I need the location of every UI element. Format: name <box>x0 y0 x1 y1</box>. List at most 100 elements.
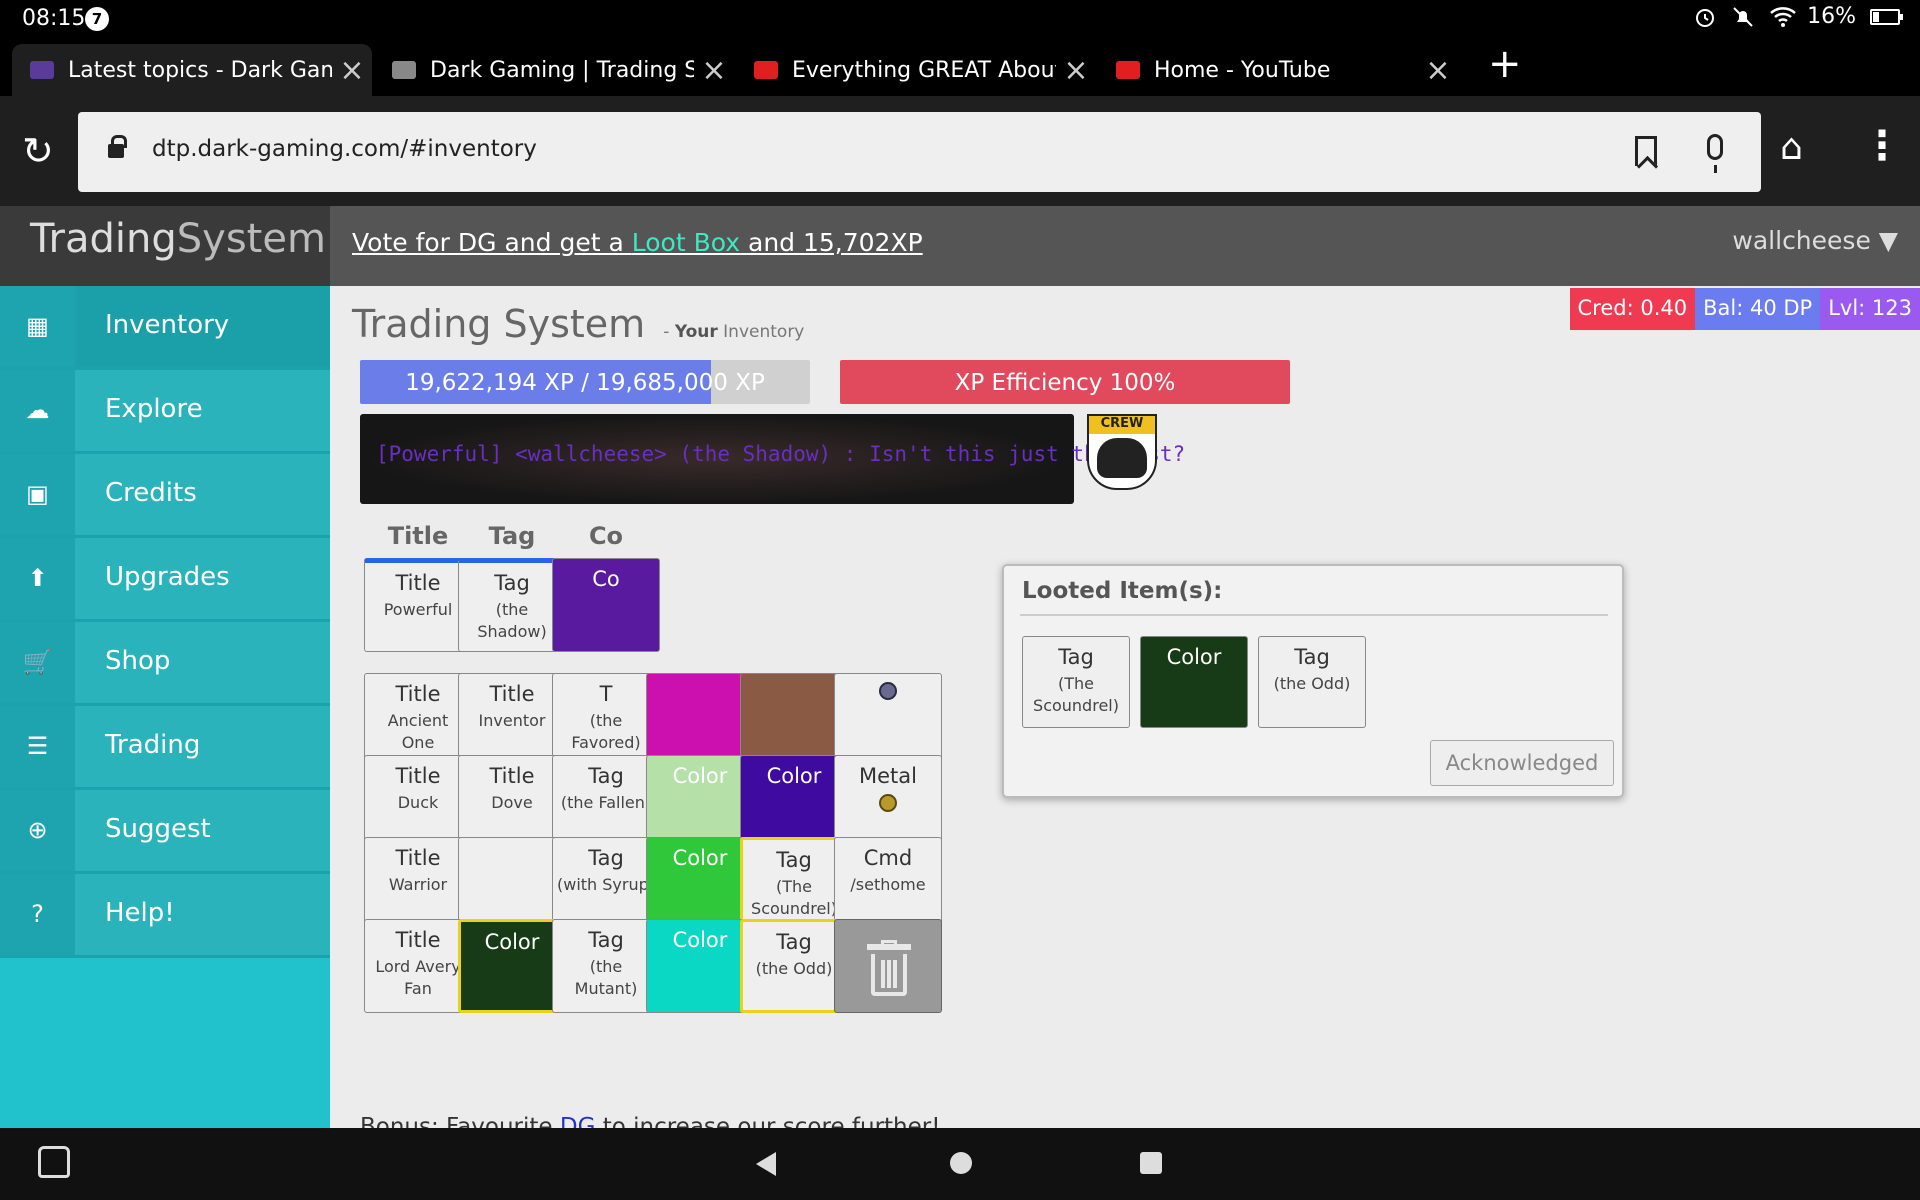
inventory-slot[interactable]: Title Dove <box>458 755 566 849</box>
inventory-slot[interactable]: Tag (the Odd) <box>740 919 848 1013</box>
inventory-slot[interactable]: Color <box>646 755 754 849</box>
brand-part1: Trading <box>30 216 177 262</box>
back-icon[interactable] <box>756 1152 776 1176</box>
looted-item[interactable]: Color <box>1140 636 1248 728</box>
address-bar[interactable]: dtp.dark-gaming.com/#inventory <box>78 112 1761 192</box>
cloud-icon: ☁ <box>0 370 75 451</box>
inventory-slot[interactable]: Color <box>646 837 754 931</box>
trash-slot[interactable] <box>834 919 942 1013</box>
slot-value: (The Scoundrel) <box>1033 674 1119 715</box>
xp-progress-bar: 19,622,194 XP / 19,685,000 XP <box>360 360 810 404</box>
inventory-slot[interactable]: Tag (The Scoundrel) <box>740 837 848 931</box>
slot-value: (the Shadow) <box>477 600 547 641</box>
inventory-slot[interactable]: Color <box>458 919 566 1013</box>
sidebar-item-explore[interactable]: ☁ Explore <box>0 370 330 454</box>
tab-title: Home - YouTube <box>1154 57 1331 83</box>
slot-value: (the Odd) <box>755 959 833 978</box>
loot-box-link[interactable]: Loot Box <box>632 228 740 257</box>
close-tab-icon[interactable]: × <box>694 53 734 88</box>
bonus-text-post: to increase our score further! <box>595 1114 941 1128</box>
slot-value: (the Fallen) <box>560 793 652 812</box>
slot-type: Tag <box>588 764 624 788</box>
favicon-icon <box>392 61 416 79</box>
browser-tab[interactable]: Latest topics - Dark Gaming × <box>12 44 372 96</box>
acknowledged-button[interactable]: Acknowledged <box>1430 740 1614 786</box>
browser-tab[interactable]: Home - YouTube × <box>1098 44 1458 96</box>
browser-tab-bar: Latest topics - Dark Gaming × Dark Gamin… <box>0 36 1920 96</box>
balance-badge: Bal: 40 DP <box>1695 288 1821 330</box>
bonus-link[interactable]: DG <box>560 1114 596 1128</box>
inventory-slot[interactable]: Tag (the Fallen) <box>552 755 660 849</box>
inventory-slot[interactable]: Title Warrior <box>364 837 472 931</box>
inventory-slot[interactable] <box>646 673 754 767</box>
inventory-slot[interactable]: Metal <box>834 755 942 849</box>
home-icon[interactable]: ⌂ <box>1780 130 1803 166</box>
inventory-slot[interactable]: Tag (the Mutant) <box>552 919 660 1013</box>
slot-type: Tag <box>588 846 624 870</box>
equipped-title-slot[interactable]: Title Powerful <box>364 558 472 652</box>
sidebar-item-suggest[interactable]: ⊕ Suggest <box>0 790 330 874</box>
vote-text-pre: Vote for DG and get a <box>352 228 632 257</box>
credits-badge: Cred: 0.40 <box>1569 288 1696 330</box>
equipped-tag-slot[interactable]: Tag (the Shadow) <box>458 558 566 652</box>
equipped-color-slot[interactable]: Co <box>552 558 660 652</box>
slot-value: Lord Avery Fan <box>375 957 461 998</box>
site-brand[interactable]: TradingSystem <box>0 206 330 286</box>
metal-icon <box>879 794 897 812</box>
slot-type: Title <box>395 571 441 595</box>
alarm-icon <box>1693 5 1717 29</box>
close-tab-icon[interactable]: × <box>1418 53 1458 88</box>
vote-text-post: and 15,702XP <box>740 228 923 257</box>
sidebar-item-label: Help! <box>105 898 175 928</box>
slot-value: (the Mutant) <box>574 957 638 998</box>
slot-value: /sethome <box>850 875 926 894</box>
tab-title: Dark Gaming | Trading System <box>430 57 694 83</box>
sidebar-item-inventory[interactable]: ▦ Inventory <box>0 286 330 370</box>
inventory-slot[interactable]: Tag (with Syrup) <box>552 837 660 931</box>
slot-value: Powerful <box>383 600 453 619</box>
mute-bell-icon <box>1731 5 1755 29</box>
browser-tab[interactable]: Everything GREAT About Johnny × <box>736 44 1096 96</box>
inventory-slot[interactable] <box>834 673 942 767</box>
xp-progress-text: 19,622,194 XP / 19,685,000 XP <box>405 370 765 396</box>
vote-link[interactable]: Vote for DG and get a Loot Box and 15,70… <box>352 228 923 257</box>
bookmark-icon[interactable] <box>1635 136 1657 166</box>
inventory-slot[interactable]: Title Lord Avery Fan <box>364 919 472 1013</box>
sidebar-item-help[interactable]: ? Help! <box>0 874 330 958</box>
browser-tab[interactable]: Dark Gaming | Trading System × <box>374 44 734 96</box>
inventory-slot[interactable]: Title Ancient One <box>364 673 472 767</box>
close-tab-icon[interactable]: × <box>332 53 372 88</box>
accessibility-icon[interactable] <box>38 1146 70 1178</box>
recents-icon[interactable] <box>1140 1152 1162 1174</box>
inventory-slot[interactable] <box>458 837 566 931</box>
inventory-slot[interactable]: Title Duck <box>364 755 472 849</box>
inventory-slot[interactable]: T (the Favored) <box>552 673 660 767</box>
inventory-slot[interactable]: Cmd/sethome <box>834 837 942 931</box>
new-tab-icon[interactable]: + <box>1488 44 1522 84</box>
sidebar-item-label: Upgrades <box>105 562 230 592</box>
slot-type: Co <box>592 567 620 591</box>
looted-item[interactable]: Tag (the Odd) <box>1258 636 1366 728</box>
looted-item[interactable]: Tag (The Scoundrel) <box>1022 636 1130 728</box>
inventory-slot[interactable]: Color <box>646 919 754 1013</box>
crew-faces-icon <box>1097 438 1147 478</box>
inventory-slot[interactable] <box>740 673 848 767</box>
sidebar-item-upgrades[interactable]: ⬆ Upgrades <box>0 538 330 622</box>
slot-value: Ancient One <box>387 711 449 752</box>
url-text[interactable]: dtp.dark-gaming.com/#inventory <box>152 136 537 162</box>
slot-type: Tag <box>776 930 812 954</box>
home-circle-icon[interactable] <box>950 1152 972 1174</box>
more-menu-icon[interactable]: ⋮ <box>1862 126 1902 166</box>
inventory-slot[interactable]: Title Inventor <box>458 673 566 767</box>
sidebar-item-label: Inventory <box>105 310 230 340</box>
sidebar-item-shop[interactable]: 🛒 Shop <box>0 622 330 706</box>
metal-icon <box>879 682 897 700</box>
reload-icon[interactable]: ↻ <box>22 132 54 170</box>
microphone-icon[interactable] <box>1707 134 1723 173</box>
xp-efficiency-bar: XP Efficiency 100% <box>840 360 1290 404</box>
close-tab-icon[interactable]: × <box>1056 53 1096 88</box>
sidebar-item-trading[interactable]: ☰ Trading <box>0 706 330 790</box>
sidebar-item-credits[interactable]: ▣ Credits <box>0 454 330 538</box>
user-menu[interactable]: wallcheese ▼ <box>1732 226 1898 255</box>
inventory-slot[interactable]: Color <box>740 755 848 849</box>
